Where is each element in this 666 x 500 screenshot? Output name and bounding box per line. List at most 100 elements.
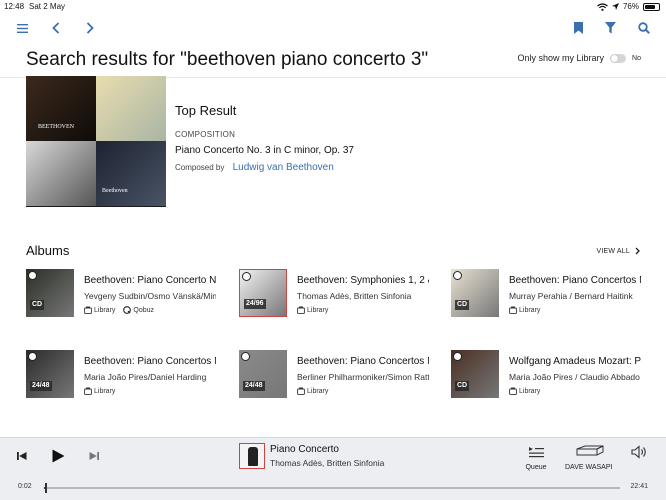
album-source-badges: Library (84, 387, 115, 395)
volume-icon[interactable] (630, 444, 648, 460)
album-title: Beethoven: Piano Concertos Nos. 3 & 4 (509, 275, 641, 286)
view-all-link[interactable]: VIEW ALL (596, 247, 640, 255)
library-icon (509, 387, 517, 395)
library-icon (509, 306, 517, 314)
badge-label: Library (519, 387, 541, 395)
badge-label: Qobuz (133, 306, 155, 314)
nav-bar (0, 14, 666, 42)
view-all-label: VIEW ALL (596, 247, 630, 255)
album-title: Beethoven: Piano Concertos Nos. 3 & 5 (297, 356, 429, 367)
qobuz-logo-icon (453, 271, 462, 280)
format-badge: CD (30, 300, 45, 310)
status-right: 76% (597, 2, 660, 11)
queue-label[interactable]: Queue (522, 464, 550, 471)
album-source-badges: Library (509, 306, 540, 314)
album-title: Beethoven: Piano Concerto No. 3 (84, 275, 216, 286)
badge-label: Library (307, 387, 329, 395)
album-source-badges: Library (297, 306, 328, 314)
format-badge: 24/48 (30, 381, 52, 391)
menu-icon[interactable] (14, 20, 30, 36)
library-badge: Library (509, 387, 540, 395)
badge-label: Library (94, 306, 116, 314)
album-artwork[interactable]: CD (451, 350, 499, 398)
qobuz-logo-icon (241, 352, 250, 361)
qobuz-logo-icon (453, 352, 462, 361)
next-track-icon[interactable] (88, 450, 100, 462)
queue-icon[interactable] (528, 445, 544, 459)
composer-link[interactable]: Ludwig van Beethoven (233, 162, 334, 173)
play-icon[interactable] (50, 448, 66, 464)
album-artist: Murray Perahia / Bernard Haitink (509, 291, 633, 301)
album-card[interactable]: CD Wolfgang Amadeus Mozart: Piano Concert… (451, 350, 651, 400)
album-artwork[interactable]: CD (451, 269, 499, 317)
album-artwork[interactable]: 24/48 (239, 350, 287, 398)
filter-icon[interactable] (602, 20, 618, 36)
library-icon (297, 306, 305, 314)
now-playing-artwork[interactable] (239, 443, 265, 469)
search-icon[interactable] (636, 20, 652, 36)
badge-label: Library (94, 387, 116, 395)
album-card[interactable]: 24/48 Beethoven: Piano Concertos Nos. 3 &… (26, 350, 226, 400)
top-result-composer-row: Composed by Ludwig van Beethoven (175, 162, 334, 173)
album-source-badges: Library Qobuz (84, 306, 154, 314)
library-toggle-label: Only show my Library (517, 53, 605, 63)
album-card[interactable]: 24/96 Beethoven: Symphonies 1, 2 & Piano … (239, 269, 439, 319)
format-badge: 24/96 (244, 299, 266, 309)
album-card[interactable]: 24/48 Beethoven: Piano Concertos Nos. 3 &… (239, 350, 439, 400)
status-date: Sat 2 May (29, 2, 66, 11)
dac-device-icon[interactable] (575, 444, 605, 460)
player-bar: Piano Concerto Thomas Adès, Britten Sinf… (0, 437, 666, 500)
artwork-text: BEETHOVEN (38, 124, 74, 130)
format-badge: 24/48 (243, 381, 265, 391)
chevron-right-icon (635, 247, 640, 255)
chevron-right-icon[interactable] (82, 20, 98, 36)
format-badge: CD (455, 381, 470, 391)
composed-by-label: Composed by (175, 163, 225, 172)
library-icon (84, 306, 92, 314)
album-artist: Yevgeny Sudbin/Osmo Vänskä/Minnesota Orc… (84, 291, 216, 301)
output-device-label[interactable]: DAVE WASAPI (565, 464, 612, 471)
album-artwork[interactable]: CD (26, 269, 74, 317)
format-badge: CD (455, 300, 470, 310)
badge-label: Library (307, 306, 329, 314)
album-title: Beethoven: Symphonies 1, 2 & Piano Conce… (297, 275, 429, 286)
album-card[interactable]: CD Beethoven: Piano Concertos Nos. 3 & 4 M… (451, 269, 651, 319)
previous-track-icon[interactable] (16, 450, 28, 462)
bookmark-icon[interactable] (570, 20, 586, 36)
library-toggle[interactable] (610, 53, 627, 63)
album-title: Wolfgang Amadeus Mozart: Piano Concertos (509, 356, 641, 367)
library-icon (84, 387, 92, 395)
album-title: Beethoven: Piano Concertos Nos. 3 & 4 (84, 356, 216, 367)
albums-heading: Albums (26, 243, 70, 258)
badge-label: Library (519, 306, 541, 314)
playback-progress-bar[interactable] (44, 483, 620, 493)
album-artist: Berliner Philharmoniker/Simon Rattle (297, 372, 429, 382)
album-artwork[interactable]: 24/48 (26, 350, 74, 398)
library-badge: Library (84, 387, 115, 395)
qobuz-badge: Qobuz (123, 306, 154, 314)
top-result-heading: Top Result (175, 103, 237, 118)
library-badge: Library (297, 387, 328, 395)
qobuz-logo-icon (242, 272, 251, 281)
qobuz-icon (123, 306, 132, 314)
total-time: 22:41 (630, 483, 648, 490)
location-icon (611, 3, 619, 10)
album-source-badges: Library (297, 387, 328, 395)
status-time: 12:48 (4, 2, 25, 11)
search-header: Search results for "beethoven piano conc… (0, 42, 666, 78)
chevron-left-icon[interactable] (48, 20, 64, 36)
library-icon (297, 387, 305, 395)
page-title: Search results for "beethoven piano conc… (26, 49, 429, 70)
album-card[interactable]: CD Beethoven: Piano Concerto No. 3 Yevgeny… (26, 269, 226, 319)
album-artist: Maria João Pires/Daniel Harding (84, 372, 207, 382)
qobuz-logo-icon (28, 271, 37, 280)
status-bar: 12:48 Sat 2 May 76% (0, 0, 666, 14)
library-toggle-state: No (632, 54, 641, 62)
now-playing-title[interactable]: Piano Concerto (270, 444, 339, 455)
current-time: 0:02 (18, 483, 32, 490)
progress-handle[interactable] (44, 483, 47, 493)
album-artwork[interactable]: 24/96 (239, 269, 287, 317)
top-result-artwork[interactable]: BEETHOVEN Beethoven (26, 76, 166, 207)
artwork-text: Beethoven (102, 188, 128, 194)
top-result-work[interactable]: Piano Concerto No. 3 in C minor, Op. 37 (175, 145, 354, 156)
